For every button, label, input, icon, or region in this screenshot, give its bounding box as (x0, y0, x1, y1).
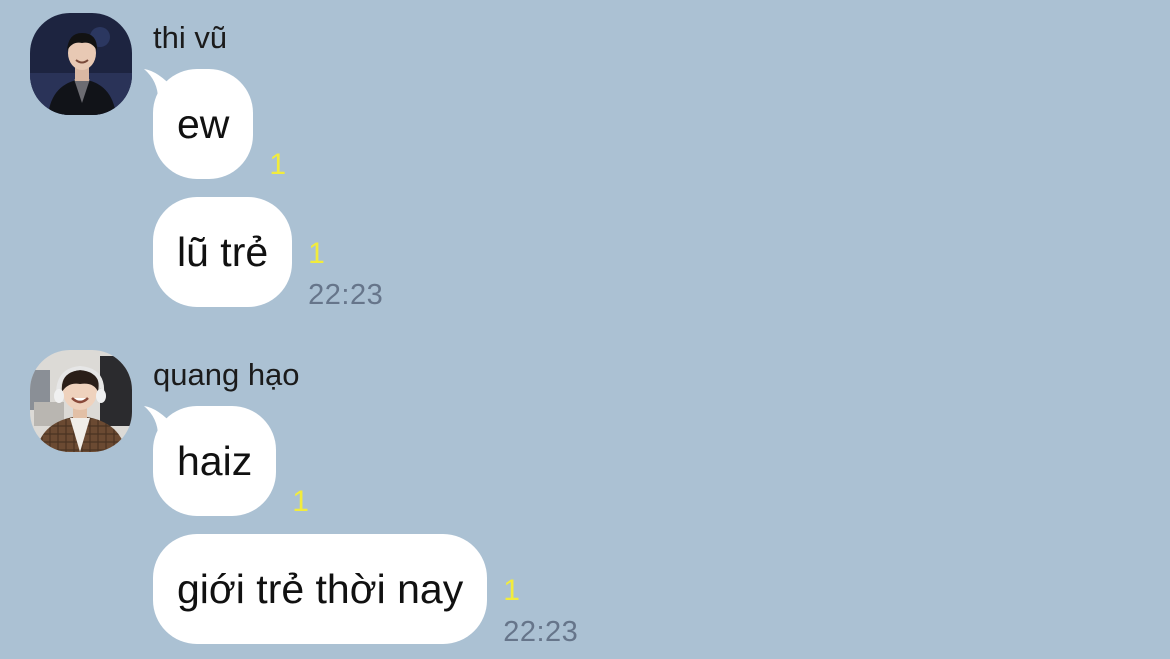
message-timestamp: 22:23 (308, 279, 384, 311)
message-text: ew (177, 101, 230, 147)
message-text: haiz (177, 438, 253, 484)
message-text: giới trẻ thời nay (177, 566, 464, 612)
bubble-tail-icon (144, 69, 174, 99)
message-bubble[interactable]: haiz (144, 406, 277, 516)
message-meta: 1 22:23 (308, 197, 418, 312)
profile-photo-icon (30, 13, 132, 115)
message-meta: 1 22:23 (503, 534, 613, 649)
sender-avatar[interactable] (30, 13, 132, 115)
profile-photo-icon (30, 350, 132, 452)
unread-count: 1 (269, 148, 287, 181)
message-text: lũ trẻ (177, 229, 269, 275)
message-row: ew 1 (144, 69, 379, 181)
unread-count: 1 (308, 237, 325, 270)
unread-count: 1 (503, 574, 520, 607)
sender-avatar[interactable] (30, 350, 132, 452)
message-row: haiz 1 (144, 406, 402, 518)
message-row: giới trẻ thời nay 1 22:23 (153, 534, 613, 649)
message-meta: 1 (292, 406, 402, 518)
message-timestamp: 22:23 (503, 616, 579, 648)
message-bubble[interactable]: ew (144, 69, 254, 179)
sender-name: quang hạo (153, 357, 300, 392)
message-bubble[interactable]: lũ trẻ (153, 197, 293, 307)
unread-count: 1 (292, 485, 309, 518)
bubble-tail-icon (144, 406, 174, 436)
message-bubble[interactable]: giới trẻ thời nay (153, 534, 488, 644)
sender-name: thi vũ (153, 20, 228, 55)
message-row: lũ trẻ 1 22:23 (153, 197, 418, 312)
message-meta: 1 (269, 69, 379, 181)
